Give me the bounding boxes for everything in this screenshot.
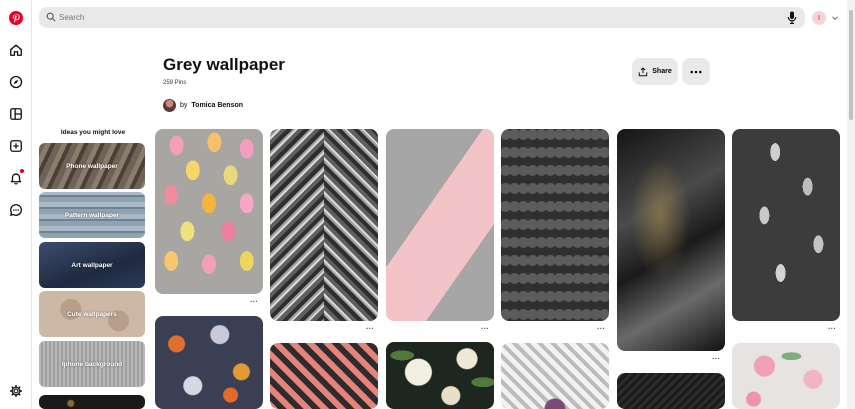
idea-label: Iphone background bbox=[61, 360, 123, 368]
share-button[interactable]: Share bbox=[632, 58, 678, 85]
user-initial: I bbox=[818, 14, 820, 22]
pin-white-flowers[interactable] bbox=[386, 342, 494, 409]
pin-grey-chevron-feathers[interactable] bbox=[501, 343, 609, 409]
pin-chevron-right-half bbox=[324, 129, 378, 321]
board-title: Grey wallpaper bbox=[163, 55, 285, 74]
pin-pink-watercolor-flowers[interactable] bbox=[732, 343, 840, 409]
create-plus-icon[interactable] bbox=[8, 138, 24, 154]
pin-more-button[interactable]: ··· bbox=[712, 354, 720, 363]
notification-badge bbox=[20, 169, 24, 173]
more-options-button[interactable] bbox=[682, 58, 710, 85]
board-owner[interactable]: by Tomica Benson bbox=[163, 99, 243, 112]
scrollbar-thumb[interactable] bbox=[849, 10, 853, 120]
search-input[interactable] bbox=[59, 9, 759, 26]
share-upload-icon bbox=[639, 67, 648, 76]
search-bar[interactable] bbox=[39, 7, 805, 28]
pin-coral-zigzag[interactable] bbox=[270, 343, 378, 409]
idea-label: Phone wallpaper bbox=[66, 162, 118, 170]
sidebar bbox=[0, 0, 32, 409]
pinterest-logo-icon[interactable] bbox=[8, 10, 24, 26]
home-icon[interactable] bbox=[8, 42, 24, 58]
idea-card-pattern-wallpaper[interactable]: Pattern wallpaper bbox=[39, 192, 145, 238]
owner-by-label: by bbox=[180, 102, 188, 109]
idea-card-phone-wallpaper[interactable]: Phone wallpaper bbox=[39, 143, 145, 189]
pin-more-button[interactable]: ··· bbox=[250, 297, 258, 306]
idea-card-leopard-partial[interactable] bbox=[39, 395, 145, 409]
user-avatar[interactable]: I bbox=[812, 11, 826, 25]
messages-icon[interactable] bbox=[8, 202, 24, 218]
pin-colorful-dots[interactable] bbox=[155, 129, 263, 294]
pin-dark-stripes[interactable] bbox=[617, 373, 725, 409]
microphone-icon[interactable] bbox=[787, 11, 797, 24]
owner-avatar[interactable] bbox=[163, 99, 176, 112]
pin-chevron-stripes[interactable] bbox=[270, 129, 378, 321]
ideas-title: Ideas you might love bbox=[60, 129, 126, 136]
idea-label: Cute wallpapers bbox=[67, 310, 117, 318]
pin-grey-hearts[interactable] bbox=[501, 129, 609, 321]
pin-silver-flowers[interactable] bbox=[732, 129, 840, 321]
chevron-down-icon[interactable] bbox=[831, 14, 839, 22]
boards-icon[interactable] bbox=[8, 106, 24, 122]
idea-card-art-wallpaper[interactable]: Art wallpaper bbox=[39, 242, 145, 288]
pin-more-button[interactable]: ··· bbox=[481, 324, 489, 333]
pin-pink-grey-diagonal[interactable] bbox=[386, 129, 494, 321]
pin-more-button[interactable]: ··· bbox=[597, 324, 605, 333]
pin-black-gold-swirl[interactable] bbox=[617, 129, 725, 351]
idea-card-iphone-background[interactable]: Iphone background bbox=[39, 341, 145, 387]
search-icon bbox=[46, 12, 56, 22]
explore-compass-icon[interactable] bbox=[8, 74, 24, 90]
idea-label: Art wallpaper bbox=[71, 261, 113, 269]
pin-floral-pattern[interactable] bbox=[155, 316, 263, 409]
idea-label: Pattern wallpaper bbox=[64, 211, 120, 219]
ellipsis-icon bbox=[690, 70, 702, 73]
share-label: Share bbox=[652, 68, 672, 75]
settings-gear-icon[interactable] bbox=[8, 383, 24, 399]
owner-name[interactable]: Tomica Benson bbox=[191, 102, 243, 109]
pin-count: 259 Pins bbox=[163, 80, 187, 86]
pin-more-button[interactable]: ··· bbox=[828, 324, 836, 333]
idea-card-cute-wallpapers[interactable]: Cute wallpapers bbox=[39, 291, 145, 337]
pin-more-button[interactable]: ··· bbox=[366, 324, 374, 333]
